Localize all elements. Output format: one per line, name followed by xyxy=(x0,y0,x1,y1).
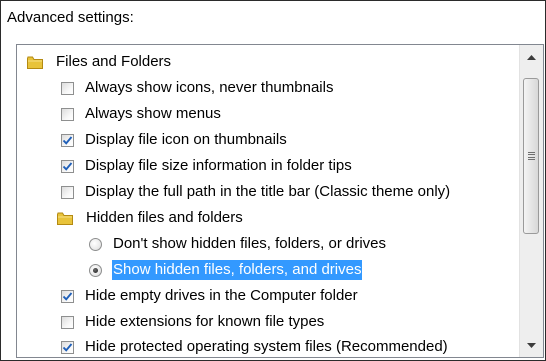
vertical-scrollbar[interactable] xyxy=(519,45,543,357)
option-full-path-title-bar[interactable]: Display the full path in the title bar (… xyxy=(61,179,451,205)
checkbox-checked[interactable] xyxy=(61,133,74,147)
tree-content: Files and Folders Always show icons, nev… xyxy=(17,45,513,357)
radio-unselected[interactable] xyxy=(89,237,102,251)
option-label: Hide extensions for known file types xyxy=(85,313,325,330)
advanced-settings-panel: Advanced settings: Files and Folders Alw… xyxy=(0,0,546,361)
tree-folder-label: Files and Folders xyxy=(56,53,172,70)
radio-selected[interactable] xyxy=(89,263,102,277)
folder-icon xyxy=(57,212,73,225)
check-icon xyxy=(62,161,73,171)
option-file-size-tips[interactable]: Display file size information in folder … xyxy=(61,153,353,179)
radio-dot-icon xyxy=(93,267,98,273)
scrollbar-thumb[interactable] xyxy=(523,78,539,234)
checkbox-unchecked[interactable] xyxy=(61,81,74,95)
check-icon xyxy=(62,291,73,301)
checkbox-checked[interactable] xyxy=(61,289,74,303)
arrow-up-icon xyxy=(527,54,536,60)
option-label: Always show menus xyxy=(85,105,221,122)
checkbox-checked[interactable] xyxy=(61,340,74,354)
option-dont-show-hidden[interactable]: Don't show hidden files, folders, or dri… xyxy=(89,231,387,257)
check-icon xyxy=(62,342,73,352)
option-always-show-menus[interactable]: Always show menus xyxy=(61,101,222,127)
option-label: Display file size information in folder … xyxy=(85,157,352,174)
tree-folder-hidden-files[interactable]: Hidden files and folders xyxy=(57,205,244,231)
option-label: Display file icon on thumbnails xyxy=(85,131,287,148)
option-label: Display the full path in the title bar (… xyxy=(85,183,451,200)
option-label: Don't show hidden files, folders, or dri… xyxy=(113,235,386,252)
scroll-up-button[interactable] xyxy=(520,47,543,67)
option-label: Hide protected operating system files (R… xyxy=(85,338,448,355)
arrow-down-icon xyxy=(527,342,536,348)
option-hide-empty-drives[interactable]: Hide empty drives in the Computer folder xyxy=(61,283,359,309)
option-hide-protected-files[interactable]: Hide protected operating system files (R… xyxy=(61,334,449,357)
tree-folder-label: Hidden files and folders xyxy=(86,209,243,226)
option-file-icon-thumbnails[interactable]: Display file icon on thumbnails xyxy=(61,127,288,153)
checkbox-unchecked[interactable] xyxy=(61,315,74,329)
option-hide-extensions[interactable]: Hide extensions for known file types xyxy=(61,309,325,335)
option-label: Hide empty drives in the Computer folder xyxy=(85,287,358,304)
option-always-show-icons[interactable]: Always show icons, never thumbnails xyxy=(61,75,334,101)
option-label: Always show icons, never thumbnails xyxy=(85,79,334,96)
advanced-settings-tree[interactable]: Files and Folders Always show icons, nev… xyxy=(16,44,544,358)
scroll-down-button[interactable] xyxy=(520,335,543,355)
grip-icon xyxy=(527,152,535,160)
option-show-hidden[interactable]: Show hidden files, folders, and drives xyxy=(89,257,363,283)
checkbox-unchecked[interactable] xyxy=(61,107,74,121)
advanced-settings-label: Advanced settings: xyxy=(7,9,134,26)
check-icon xyxy=(62,135,73,145)
checkbox-unchecked[interactable] xyxy=(61,185,74,199)
folder-icon xyxy=(27,56,43,69)
option-label-selected: Show hidden files, folders, and drives xyxy=(112,260,363,280)
checkbox-checked[interactable] xyxy=(61,159,74,173)
tree-folder-files-and-folders[interactable]: Files and Folders xyxy=(27,49,172,75)
